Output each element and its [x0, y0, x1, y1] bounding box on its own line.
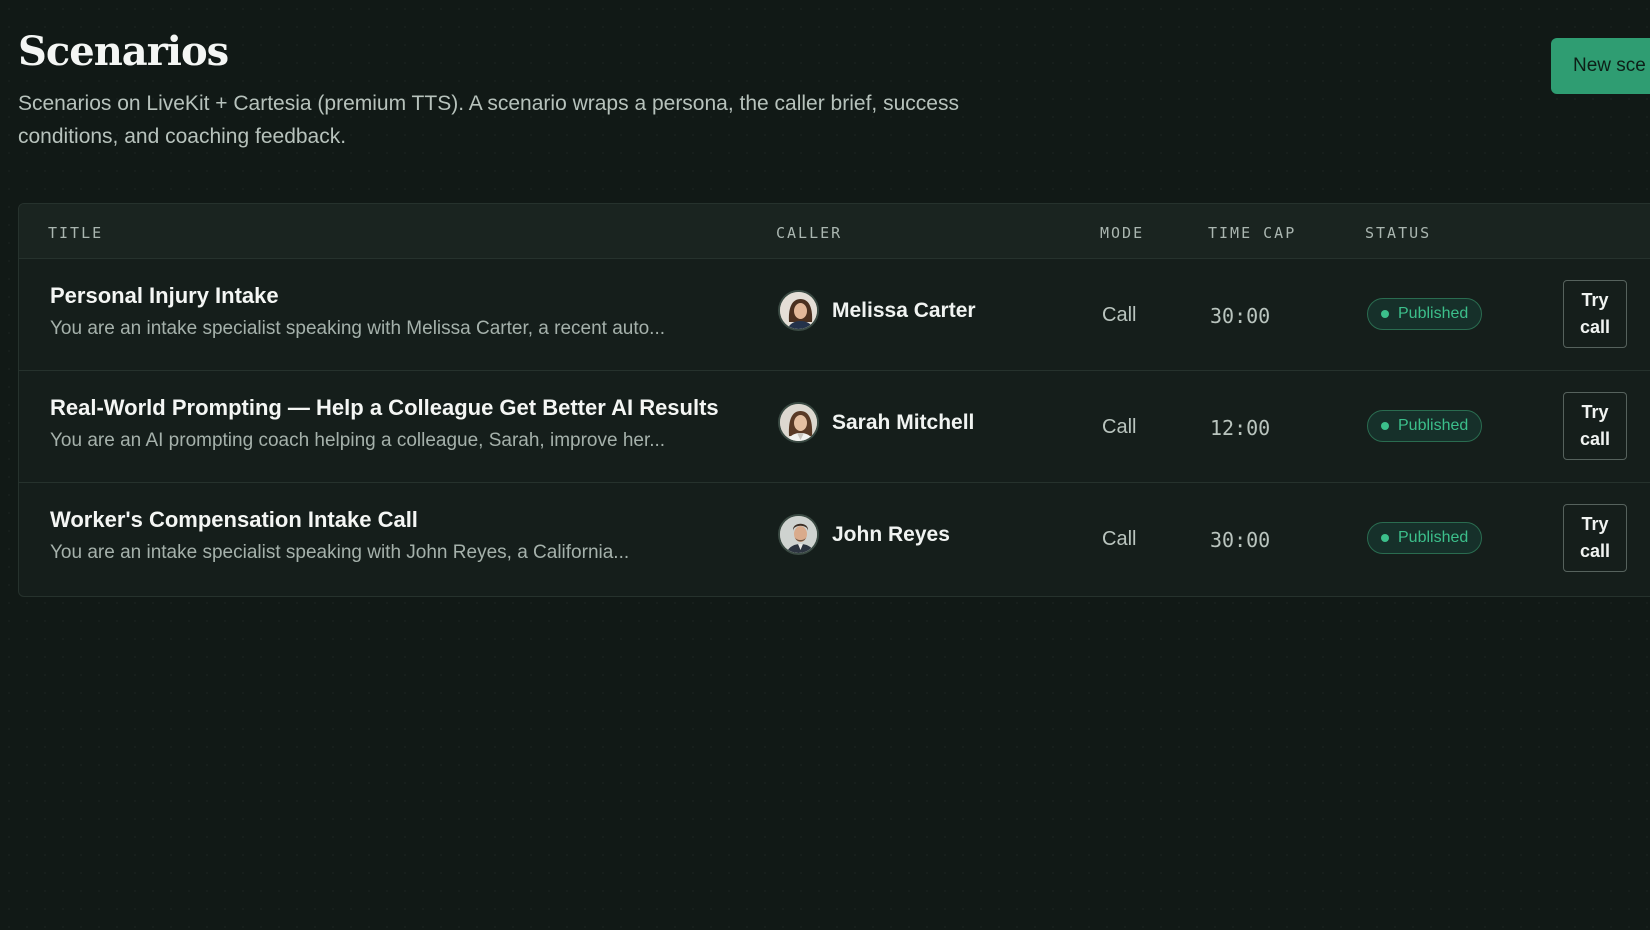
scenario-title[interactable]: Worker's Compensation Intake Call	[50, 507, 750, 533]
caller-name: Melissa Carter	[832, 298, 976, 322]
column-header-status: STATUS	[1365, 224, 1432, 242]
status-dot-icon	[1381, 310, 1389, 318]
scenario-title-cell: Worker's Compensation Intake Call You ar…	[50, 507, 750, 564]
try-call-button[interactable]: Try call	[1563, 392, 1627, 460]
mode-value: Call	[1102, 416, 1137, 438]
status-badge: Published	[1367, 522, 1483, 554]
column-header-title: TITLE	[48, 224, 104, 242]
scenario-description: You are an AI prompting coach helping a …	[50, 430, 666, 451]
avatar	[778, 402, 819, 443]
male-avatar-icon	[780, 516, 817, 553]
time-cap-value: 30:00	[1210, 304, 1271, 328]
column-header-caller: CALLER	[776, 224, 843, 242]
table-row[interactable]: Personal Injury Intake You are an intake…	[19, 259, 1650, 371]
caller-cell: Sarah Mitchell	[778, 402, 974, 443]
scenario-title-cell: Personal Injury Intake You are an intake…	[50, 283, 750, 340]
avatar	[778, 290, 819, 331]
scenario-description: You are an intake specialist speaking wi…	[50, 318, 666, 339]
female-avatar-icon	[780, 292, 817, 329]
scenarios-table: TITLE CALLER MODE TIME CAP STATUS Person…	[18, 203, 1650, 597]
table-row[interactable]: Real-World Prompting — Help a Colleague …	[19, 371, 1650, 483]
caller-cell: John Reyes	[778, 514, 950, 555]
scenario-description: You are an intake specialist speaking wi…	[50, 542, 630, 563]
column-header-time-cap: TIME CAP	[1208, 224, 1297, 242]
status-badge: Published	[1367, 410, 1483, 442]
status-badge: Published	[1367, 298, 1483, 330]
status-label: Published	[1398, 529, 1469, 546]
time-cap-value: 30:00	[1210, 528, 1271, 552]
female-avatar-icon	[780, 404, 817, 441]
time-cap-value: 12:00	[1210, 416, 1271, 440]
mode-value: Call	[1102, 304, 1137, 326]
page-subtitle: Scenarios on LiveKit + Cartesia (premium…	[18, 92, 959, 148]
scenario-title[interactable]: Personal Injury Intake	[50, 283, 750, 309]
page-header: Scenarios Scenarios on LiveKit + Cartesi…	[18, 28, 1018, 153]
table-header: TITLE CALLER MODE TIME CAP STATUS	[19, 204, 1650, 259]
avatar	[778, 514, 819, 555]
table-row[interactable]: Worker's Compensation Intake Call You ar…	[19, 483, 1650, 595]
caller-cell: Melissa Carter	[778, 290, 976, 331]
try-call-button[interactable]: Try call	[1563, 504, 1627, 572]
scenario-title[interactable]: Real-World Prompting — Help a Colleague …	[50, 395, 750, 421]
caller-name: Sarah Mitchell	[832, 410, 975, 434]
scenario-title-cell: Real-World Prompting — Help a Colleague …	[50, 395, 750, 452]
status-dot-icon	[1381, 422, 1389, 430]
mode-value: Call	[1102, 528, 1137, 550]
status-label: Published	[1398, 417, 1469, 434]
page-title: Scenarios	[18, 28, 229, 75]
column-header-mode: MODE	[1100, 224, 1145, 242]
status-dot-icon	[1381, 534, 1389, 542]
try-call-button[interactable]: Try call	[1563, 280, 1627, 348]
new-scenario-button[interactable]: New sce	[1551, 38, 1650, 94]
status-label: Published	[1398, 305, 1469, 322]
caller-name: John Reyes	[832, 522, 950, 546]
